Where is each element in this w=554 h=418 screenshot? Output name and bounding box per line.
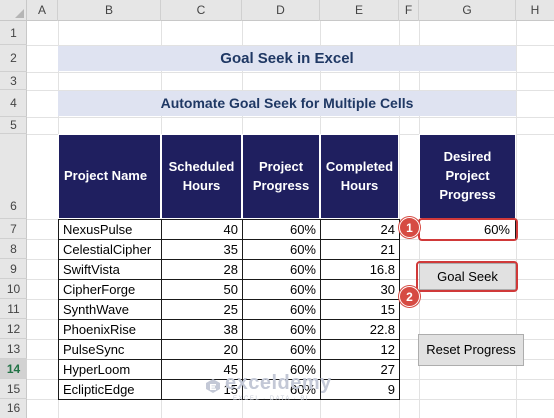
select-all-corner[interactable]: [0, 0, 27, 21]
sheet-subtitle: Automate Goal Seek for Multiple Cells: [58, 91, 516, 116]
cell-project-name[interactable]: SynthWave: [58, 299, 162, 320]
sheet-title: Goal Seek in Excel: [58, 46, 516, 71]
reset-progress-button[interactable]: Reset Progress: [418, 334, 524, 366]
row-header-5[interactable]: 5: [0, 117, 27, 134]
cell-completed-hours[interactable]: 24: [320, 219, 400, 240]
header-desired-progress: Desired Project Progress: [419, 134, 516, 219]
cell-scheduled-hours[interactable]: 38: [161, 319, 243, 340]
column-header-c[interactable]: C: [161, 0, 242, 21]
header-scheduled-hours: Scheduled Hours: [161, 134, 242, 219]
step-badge-1: 1: [399, 217, 420, 238]
cell-completed-hours[interactable]: 30: [320, 279, 400, 300]
column-header-e[interactable]: E: [320, 0, 399, 21]
row-header-8[interactable]: 8: [0, 239, 27, 259]
row-header-13[interactable]: 13: [0, 339, 27, 359]
row-header-11[interactable]: 11: [0, 299, 27, 319]
cell-scheduled-hours[interactable]: 28: [161, 259, 243, 280]
cell-project-name[interactable]: PulseSync: [58, 339, 162, 360]
cell-project-progress[interactable]: 60%: [242, 259, 321, 280]
cell-completed-hours[interactable]: 12: [320, 339, 400, 360]
cell-scheduled-hours[interactable]: 35: [161, 239, 243, 260]
column-header-b[interactable]: B: [58, 0, 161, 21]
row-header-15[interactable]: 15: [0, 379, 27, 399]
watermark: exceldemy EXCEL · DATA · BI: [205, 372, 365, 410]
header-completed-hours: Completed Hours: [320, 134, 399, 219]
cell-completed-hours[interactable]: 21: [320, 239, 400, 260]
cell-project-name[interactable]: HyperLoom: [58, 359, 162, 380]
column-header-a[interactable]: A: [27, 0, 58, 21]
cell-project-name[interactable]: EclipticEdge: [58, 379, 162, 400]
cell-project-progress[interactable]: 60%: [242, 339, 321, 360]
cell-scheduled-hours[interactable]: 40: [161, 219, 243, 240]
header-project-progress: Project Progress: [242, 134, 320, 219]
cell-project-name[interactable]: PhoenixRise: [58, 319, 162, 340]
select-all-triangle: [15, 9, 24, 18]
step-badge-2: 2: [399, 286, 420, 307]
header-project-name: Project Name: [58, 134, 161, 219]
cell-completed-hours[interactable]: 15: [320, 299, 400, 320]
cell-project-progress[interactable]: 60%: [242, 219, 321, 240]
row-header-7[interactable]: 7: [0, 219, 27, 239]
row-header-16[interactable]: 16: [0, 399, 27, 418]
cell-scheduled-hours[interactable]: 50: [161, 279, 243, 300]
cell-completed-hours[interactable]: 16.8: [320, 259, 400, 280]
row-header-12[interactable]: 12: [0, 319, 27, 339]
cell-project-progress[interactable]: 60%: [242, 319, 321, 340]
watermark-tagline: EXCEL · DATA · BI: [233, 396, 310, 402]
column-header-g[interactable]: G: [419, 0, 516, 21]
cell-project-progress[interactable]: 60%: [242, 299, 321, 320]
watermark-brand: exceldemy: [225, 372, 332, 394]
column-header-d[interactable]: D: [242, 0, 320, 21]
gridline: [27, 72, 554, 73]
cell-project-progress[interactable]: 60%: [242, 279, 321, 300]
cell-project-name[interactable]: NexusPulse: [58, 219, 162, 240]
cell-project-progress[interactable]: 60%: [242, 239, 321, 260]
exceldemy-logo-icon: [206, 379, 220, 393]
row-header-9[interactable]: 9: [0, 259, 27, 279]
cell-project-name[interactable]: CelestialCipher: [58, 239, 162, 260]
cell-scheduled-hours[interactable]: 20: [161, 339, 243, 360]
desired-progress-highlight: [418, 218, 518, 241]
column-header-f[interactable]: F: [399, 0, 419, 21]
cell-completed-hours[interactable]: 22.8: [320, 319, 400, 340]
cell-project-name[interactable]: SwiftVista: [58, 259, 162, 280]
row-header-4[interactable]: 4: [0, 90, 27, 117]
row-header-14[interactable]: 14: [0, 359, 27, 379]
cell-project-name[interactable]: CipherForge: [58, 279, 162, 300]
row-header-10[interactable]: 10: [0, 279, 27, 299]
gridline: [27, 117, 554, 118]
row-header-1[interactable]: 1: [0, 21, 27, 45]
goal-seek-highlight: [416, 261, 518, 292]
cell-scheduled-hours[interactable]: 25: [161, 299, 243, 320]
row-header-6[interactable]: 6: [0, 134, 27, 219]
row-header-3[interactable]: 3: [0, 72, 27, 90]
row-header-2[interactable]: 2: [0, 45, 27, 72]
column-header-h[interactable]: H: [516, 0, 554, 21]
